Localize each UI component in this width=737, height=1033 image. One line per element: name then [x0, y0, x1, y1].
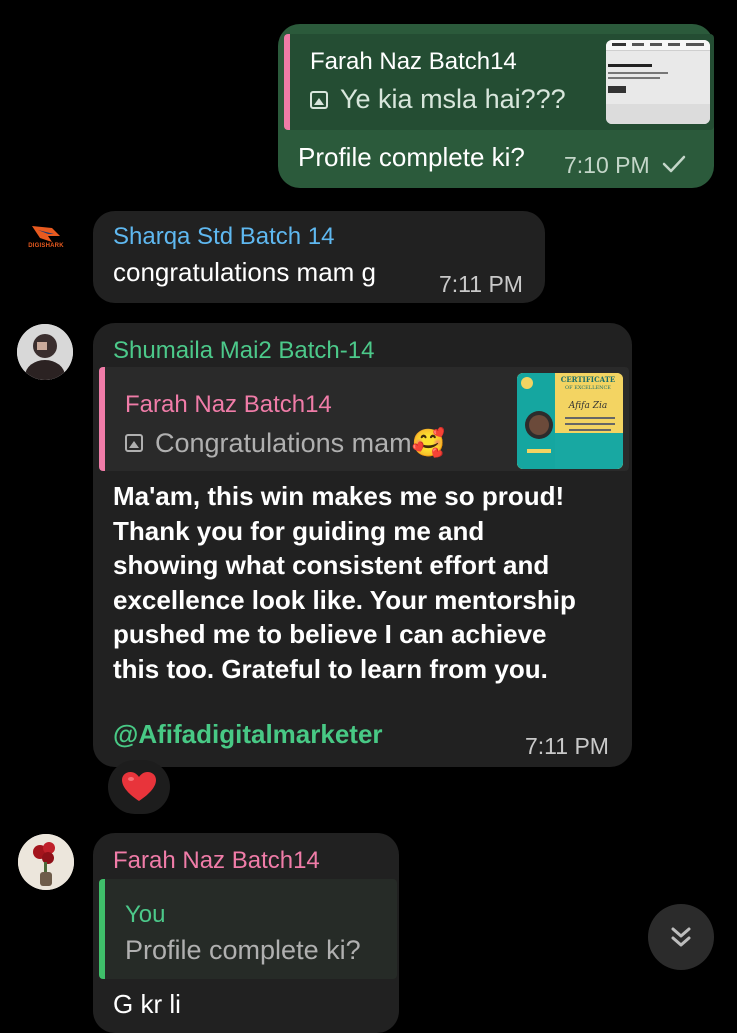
certificate-name: Afifa Zia — [568, 401, 608, 411]
mention-link[interactable]: @Afifadigitalmarketer — [113, 719, 383, 750]
scroll-to-bottom-button[interactable] — [648, 904, 714, 970]
check-icon — [662, 155, 686, 173]
message-bubble-incoming[interactable]: Farah Naz Batch14 You Profile complete k… — [93, 833, 399, 1033]
sender-name: Sharqa Std Batch 14 — [113, 223, 335, 250]
avatar-sharqa[interactable]: DIGISHARK — [18, 214, 74, 270]
reply-sender-name: Farah Naz Batch14 — [125, 391, 332, 418]
message-line: showing what consistent effort and — [113, 550, 550, 580]
message-time: 7:10 PM — [564, 152, 650, 178]
reply-sender-name: You — [125, 901, 166, 928]
message-line: Thank you for guiding me and — [113, 515, 485, 546]
message-text: Profile complete ki? — [298, 142, 525, 172]
reply-image-thumbnail: CERTIFICATE OF EXCELLENCE Afifa Zia — [517, 373, 623, 469]
heart-icon — [122, 772, 156, 801]
reply-image-thumbnail — [606, 40, 710, 124]
rose-profile-photo-icon — [18, 834, 74, 890]
avatar-farah[interactable] — [18, 834, 74, 890]
digishark-logo-icon — [32, 226, 60, 242]
avatar-label: DIGISHARK — [28, 243, 64, 249]
message-bubble-incoming[interactable]: Sharqa Std Batch 14 congratulations mam … — [93, 211, 545, 303]
screenshot-thumbnail-graphic — [606, 40, 710, 124]
sender-name: Farah Naz Batch14 — [113, 847, 320, 874]
message-text: congratulations mam g — [113, 257, 377, 287]
message-text: G kr li — [113, 989, 181, 1019]
certificate-header: CERTIFICATE — [560, 375, 616, 384]
reply-text: Ye kia msla hai??? — [310, 84, 566, 115]
reply-preview[interactable]: You Profile complete ki? — [99, 879, 397, 979]
reply-text: Congratulations mam🥰 — [125, 427, 445, 459]
message-bubble-outgoing[interactable]: Farah Naz Batch14 Ye kia msla hai??? Pro — [278, 24, 714, 188]
avatar-shumaila[interactable] — [17, 324, 73, 380]
profile-photo-icon — [17, 324, 73, 380]
reply-sender-name: Farah Naz Batch14 — [310, 48, 517, 75]
reply-preview[interactable]: Farah Naz Batch14 Congratulations mam🥰 C… — [99, 367, 629, 471]
image-icon — [125, 434, 143, 452]
message-time: 7:11 PM — [439, 271, 523, 297]
message-line: pushed me to believe I can achieve — [113, 619, 547, 649]
message-time: 7:11 PM — [525, 733, 609, 759]
double-chevron-down-icon — [671, 927, 691, 947]
image-icon — [310, 90, 328, 109]
reply-text-value: Ye kia msla hai??? — [340, 84, 566, 114]
message-bubble-incoming[interactable]: Shumaila Mai2 Batch-14 Farah Naz Batch14… — [93, 323, 632, 767]
message-body: Ma'am, this win makes me so proud! Thank… — [113, 479, 576, 686]
reaction-badge[interactable] — [108, 760, 170, 814]
message-line: excellence look like. Your mentorship — [113, 584, 576, 615]
message-line: Ma'am, this win makes me so proud! — [113, 481, 565, 511]
certificate-subheader: OF EXCELLENCE — [565, 385, 611, 391]
sender-name: Shumaila Mai2 Batch-14 — [113, 337, 375, 364]
reply-text-value: Congratulations mam🥰 — [155, 428, 446, 458]
message-line: this too. Grateful to learn from you. — [113, 653, 548, 684]
reply-preview[interactable]: Farah Naz Batch14 Ye kia msla hai??? — [284, 34, 714, 130]
reply-text: Profile complete ki? — [125, 935, 361, 965]
